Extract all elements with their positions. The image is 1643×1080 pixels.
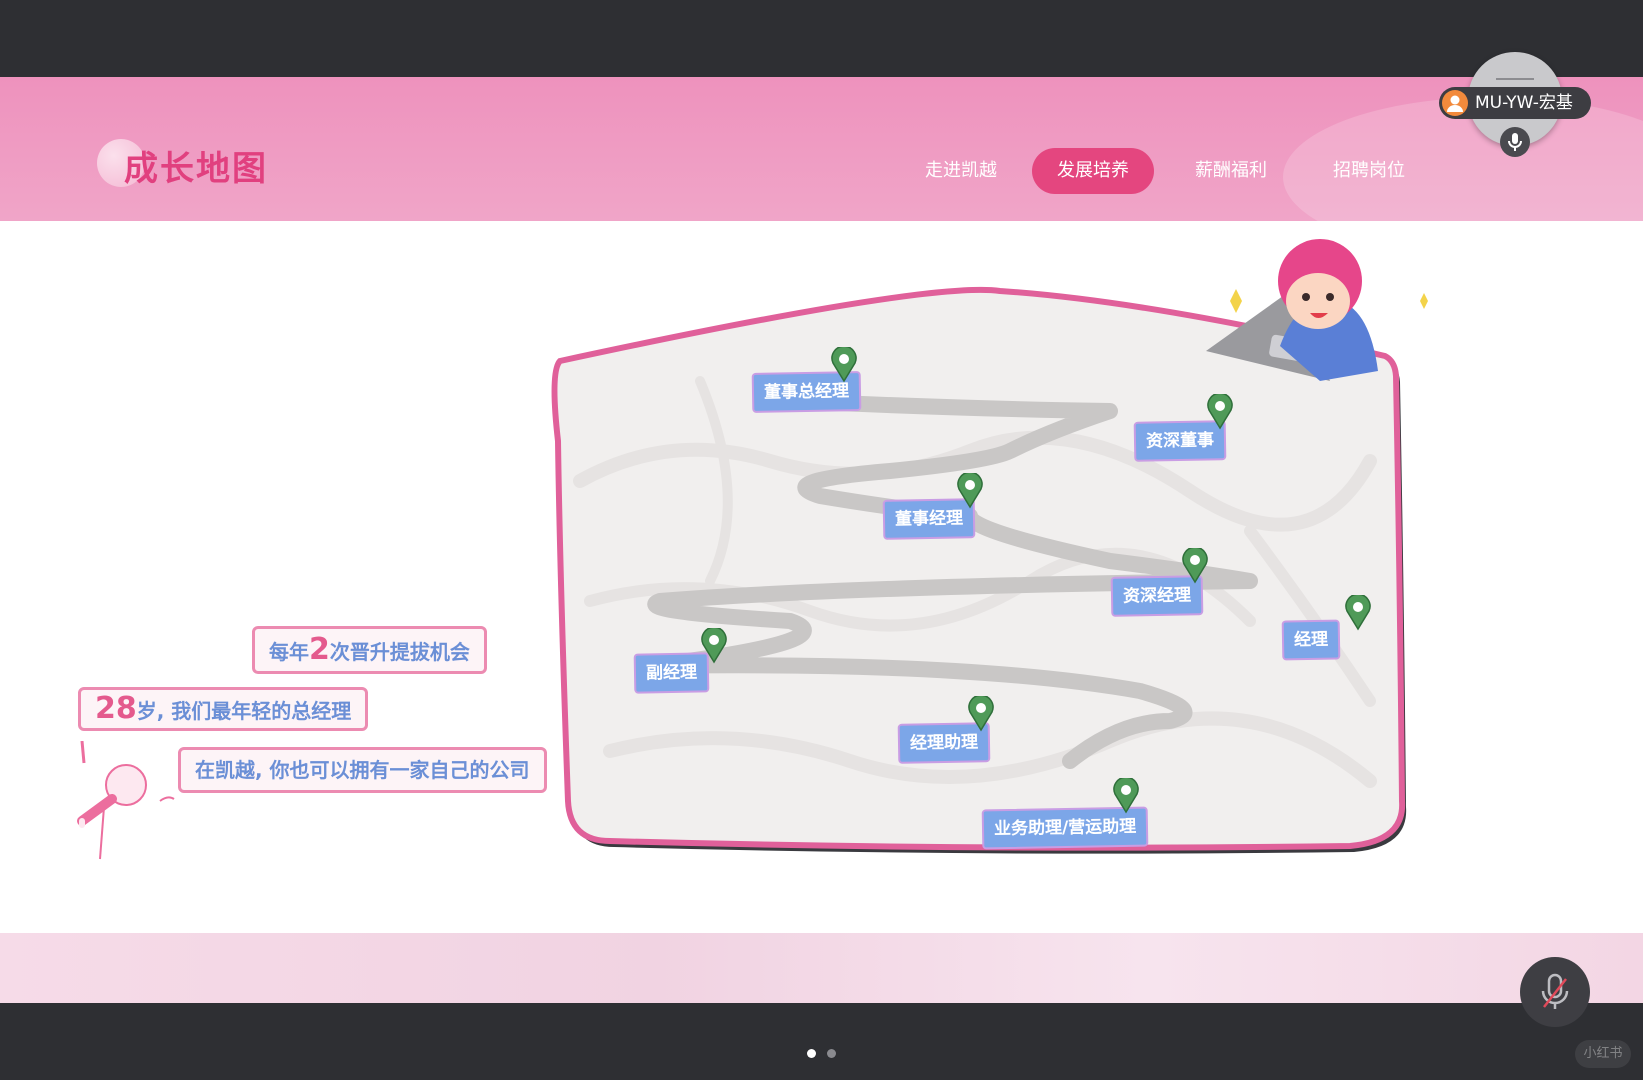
pagination-dot-1[interactable] <box>807 1049 816 1058</box>
map-pin-icon <box>831 347 857 383</box>
tab-benefits[interactable]: 薪酬福利 <box>1176 148 1286 194</box>
map-pin-icon <box>1345 595 1371 631</box>
map-label: 经理 <box>1281 619 1341 661</box>
tab-development[interactable]: 发展培养 <box>1032 148 1154 194</box>
user-avatar-icon <box>1442 90 1468 116</box>
bubble-promotion: 每年2次晋升提拔机会 <box>252 626 487 674</box>
map-pin-icon <box>701 628 727 664</box>
top-bar <box>0 0 1643 77</box>
pagination-dot-2[interactable] <box>827 1049 836 1058</box>
right-edge-handle[interactable] <box>1631 514 1635 564</box>
tab-about[interactable]: 走进凯越 <box>906 148 1016 194</box>
speaker-microphone-icon <box>77 741 175 860</box>
map-pin-icon <box>957 473 983 509</box>
main-content: 每年2次晋升提拔机会 28岁, 我们最年轻的总经理 在凯越, 你也可以拥有一家自… <box>0 221 1643 933</box>
user-name: MU-YW-宏基 <box>1475 93 1573 113</box>
map-pin-icon <box>1182 548 1208 584</box>
bubble-youngest-gm: 28岁, 我们最年轻的总经理 <box>78 687 369 731</box>
microphone-badge[interactable] <box>1500 127 1530 157</box>
map-label: 副经理 <box>633 652 710 694</box>
microphone-toggle-button[interactable] <box>1520 957 1590 1027</box>
bubble-own-company: 在凯越, 你也可以拥有一家自己的公司 <box>178 747 547 793</box>
left-edge-handle[interactable] <box>8 514 12 564</box>
page-title: 成长地图 <box>124 149 268 189</box>
footer-band <box>0 933 1643 1003</box>
microphone-muted-icon <box>1541 973 1569 1009</box>
map-pin-icon <box>968 696 994 732</box>
character-illustration <box>1206 239 1428 381</box>
bottom-bar <box>0 1003 1643 1080</box>
header: 成长地图 走进凯越 发展培养 薪酬福利 招聘岗位 <box>0 77 1643 221</box>
microphone-icon <box>1508 133 1522 151</box>
watermark: 小红书 <box>1575 1040 1631 1068</box>
map-pin-icon <box>1113 778 1139 814</box>
map-pin-icon <box>1207 394 1233 430</box>
user-chip[interactable]: MU-YW-宏基 <box>1439 87 1591 119</box>
tab-jobs[interactable]: 招聘岗位 <box>1314 148 1424 194</box>
